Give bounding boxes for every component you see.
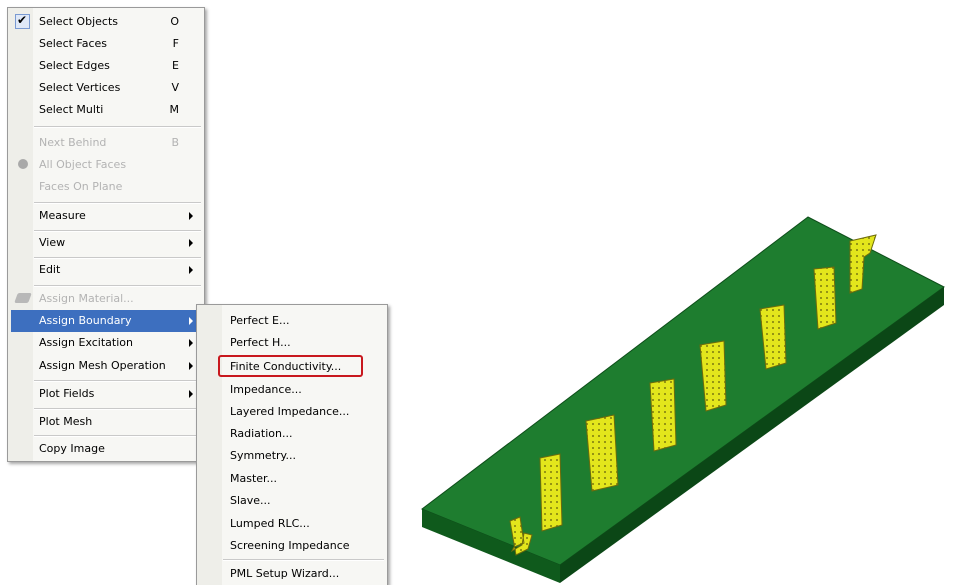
menu-item-label: Edit (39, 263, 61, 276)
menu-item-label: Measure (39, 209, 86, 222)
menu-item-label: All Object Faces (39, 158, 127, 171)
menu-item-radiation[interactable]: Radiation... (200, 423, 384, 445)
menu-item-symmetry[interactable]: Symmetry... (200, 445, 384, 467)
menu-item-label: Assign Mesh Operation (39, 359, 166, 372)
menu-item-all-object-faces[interactable]: All Object Faces (11, 154, 201, 176)
submenu-arrow-icon (189, 266, 193, 274)
menu-item-select-multi[interactable]: Select Multi M (11, 99, 201, 121)
material-icon (14, 293, 32, 303)
submenu-arrow-icon (189, 239, 193, 247)
menu-separator (34, 126, 201, 128)
menu-item-label: Perfect E... (230, 314, 290, 327)
menu-item-edit[interactable]: Edit (11, 259, 201, 281)
menu-item-select-faces[interactable]: Select Faces F (11, 33, 201, 55)
patch-element (585, 414, 619, 492)
menu-item-label: Select Faces (39, 37, 108, 50)
shortcut-key: B (171, 136, 179, 149)
menu-item-perfect-e[interactable]: Perfect E... (200, 310, 384, 332)
board-top-face (420, 216, 945, 566)
menu-item-label: Lumped RLC... (230, 517, 310, 530)
menu-item-label: Layered Impedance... (230, 405, 350, 418)
menu-item-perfect-h[interactable]: Perfect H... (200, 332, 384, 354)
menu-item-lumped-rlc[interactable]: Lumped RLC... (200, 513, 384, 535)
shortcut-key: O (170, 15, 179, 28)
menu-item-label: Assign Excitation (39, 336, 133, 349)
menu-item-label: Impedance... (230, 383, 302, 396)
menu-item-copy-image[interactable]: Copy Image (11, 438, 201, 460)
menu-item-select-vertices[interactable]: Select Vertices V (11, 77, 201, 99)
menu-separator (34, 202, 201, 204)
menu-item-plot-mesh[interactable]: Plot Mesh (11, 411, 201, 433)
menu-item-label: Assign Boundary (39, 314, 132, 327)
menu-item-label: Select Vertices (39, 81, 121, 94)
menu-item-label: View (39, 236, 66, 249)
menu-item-pml-setup-wizard[interactable]: PML Setup Wizard... (200, 563, 384, 585)
submenu-arrow-icon (189, 212, 193, 220)
menu-item-assign-material[interactable]: Assign Material... (11, 288, 201, 310)
menu-separator (34, 285, 201, 287)
menu-item-label: Next Behind (39, 136, 107, 149)
menu-item-label: Select Edges (39, 59, 110, 72)
menu-item-select-objects[interactable]: ✔ Select Objects O (11, 11, 201, 33)
menu-item-label: Assign Material... (39, 292, 134, 305)
patch-element (539, 453, 563, 532)
menu-separator (34, 380, 201, 382)
submenu-arrow-icon (189, 362, 193, 370)
menu-separator (34, 435, 201, 437)
menu-item-faces-on-plane[interactable]: Faces On Plane (11, 176, 201, 198)
menu-item-label: PML Setup Wizard... (230, 567, 340, 580)
menu-item-label: Plot Fields (39, 387, 95, 400)
menu-item-assign-mesh-operation[interactable]: Assign Mesh Operation (11, 355, 201, 377)
shortcut-key: F (172, 37, 179, 50)
face-icon (18, 159, 28, 169)
menu-item-label: Plot Mesh (39, 415, 93, 428)
menu-item-label: Slave... (230, 494, 271, 507)
context-menu: ✔ Select Objects O Select Faces F Select… (7, 7, 205, 462)
patch-element (813, 266, 837, 330)
menu-item-label: Copy Image (39, 442, 105, 455)
shortcut-key: M (169, 103, 180, 116)
menu-item-layered-impedance[interactable]: Layered Impedance... (200, 401, 384, 423)
menu-item-slave[interactable]: Slave... (200, 490, 384, 512)
patch-element (649, 378, 677, 452)
checkmark-icon: ✔ (15, 13, 30, 29)
menu-item-measure[interactable]: Measure (11, 205, 201, 227)
menu-item-impedance[interactable]: Impedance... (200, 379, 384, 401)
menu-item-label: Screening Impedance (230, 539, 350, 552)
menu-item-next-behind[interactable]: Next Behind B (11, 132, 201, 154)
menu-item-assign-boundary[interactable]: Assign Boundary (11, 310, 201, 332)
menu-item-view[interactable]: View (11, 232, 201, 254)
menu-item-label: Perfect H... (230, 336, 291, 349)
menu-separator (34, 408, 201, 410)
submenu-arrow-icon (189, 339, 193, 347)
menu-item-assign-excitation[interactable]: Assign Excitation (11, 332, 201, 354)
menu-item-label: Select Objects (39, 15, 118, 28)
menu-separator (223, 559, 384, 561)
assign-boundary-submenu: Perfect E... Perfect H... Finite Conduct… (196, 304, 388, 585)
menu-item-label: Faces On Plane (39, 180, 123, 193)
menu-item-master[interactable]: Master... (200, 468, 384, 490)
menu-item-label: Master... (230, 472, 278, 485)
shortcut-key: E (172, 59, 179, 72)
submenu-arrow-icon (189, 317, 193, 325)
menu-item-screening-impedance[interactable]: Screening Impedance (200, 535, 384, 557)
submenu-arrow-icon (189, 390, 193, 398)
menu-item-label: Symmetry... (230, 449, 296, 462)
finite-conductivity-callout (218, 355, 363, 377)
pcb-3d-model[interactable] (410, 205, 950, 585)
menu-item-plot-fields[interactable]: Plot Fields (11, 383, 201, 405)
shortcut-key: V (171, 81, 179, 94)
menu-item-label: Radiation... (230, 427, 293, 440)
menu-item-label: Select Multi (39, 103, 104, 116)
menu-item-select-edges[interactable]: Select Edges E (11, 55, 201, 77)
